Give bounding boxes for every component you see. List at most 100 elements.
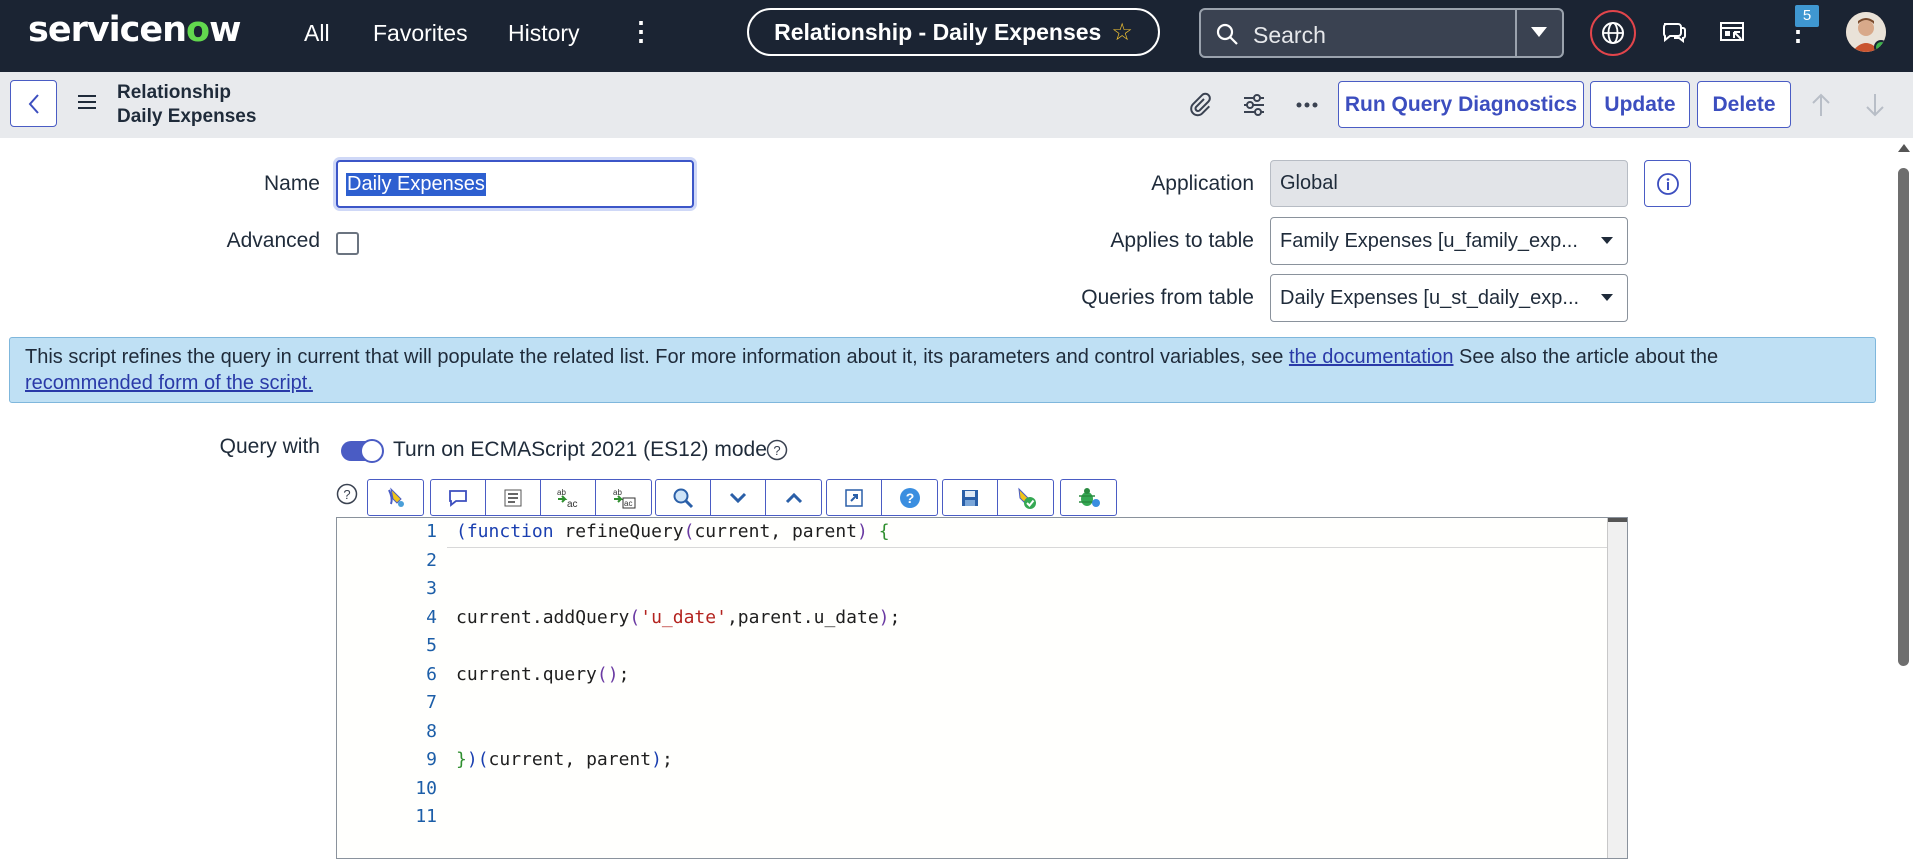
next-match-icon[interactable] <box>711 480 766 515</box>
name-value: Daily Expenses <box>346 172 486 196</box>
chevron-down-icon <box>1601 237 1613 244</box>
replace-all-icon[interactable]: ab ac <box>596 480 651 515</box>
replace-icon[interactable]: ab ac <box>541 480 596 515</box>
help-icon[interactable]: ? <box>882 480 937 515</box>
previous-record-arrow-icon[interactable] <box>1809 92 1833 118</box>
application-info-button[interactable] <box>1644 160 1691 207</box>
query-with-label: Query with <box>219 435 320 458</box>
fullscreen-icon[interactable] <box>827 480 882 515</box>
svg-text:?: ? <box>905 490 914 506</box>
line-number: 3 <box>426 578 437 599</box>
attachment-icon[interactable] <box>1187 92 1213 118</box>
context-menu-icon[interactable] <box>78 94 96 110</box>
script-editor[interactable]: 1 2 3 4 5 6 7 8 9 10 11 (function refine… <box>336 517 1628 859</box>
avatar[interactable] <box>1846 12 1886 52</box>
form-header: Relationship Daily Expenses Run Query Di… <box>0 72 1913 138</box>
search-divider <box>1515 10 1517 56</box>
search-scope-caret-icon[interactable] <box>1529 24 1549 40</box>
nav-more-icon[interactable]: ⋮ <box>628 18 654 44</box>
code-line-6: current.query(); <box>456 664 630 685</box>
queries-from-table-select[interactable]: Daily Expenses [u_st_daily_exp... <box>1270 274 1628 322</box>
scroll-up-arrow-icon[interactable] <box>1898 144 1910 152</box>
es12-mode-toggle[interactable] <box>341 439 384 463</box>
editor-scrollbar[interactable] <box>1607 518 1627 858</box>
line-number: 7 <box>426 692 437 713</box>
save-icon[interactable] <box>943 480 998 515</box>
line-number: 4 <box>426 607 437 628</box>
documentation-link[interactable]: the documentation <box>1289 346 1454 368</box>
line-number: 2 <box>426 550 437 571</box>
debug-icon[interactable] <box>1061 480 1116 515</box>
code-line-9: })(current, parent); <box>456 749 673 770</box>
nav-all[interactable]: All <box>304 20 330 47</box>
toggle-comment-icon[interactable] <box>368 480 423 515</box>
run-query-diagnostics-button[interactable]: Run Query Diagnostics <box>1338 81 1584 128</box>
servicenow-logo[interactable]: servicenow <box>28 10 241 50</box>
search-icon[interactable] <box>656 480 711 515</box>
nav-favorites[interactable]: Favorites <box>373 20 468 47</box>
update-button[interactable]: Update <box>1590 81 1690 128</box>
check-syntax-icon[interactable] <box>998 480 1053 515</box>
line-number: 10 <box>415 778 437 799</box>
more-actions-icon[interactable] <box>1294 92 1320 118</box>
admin-icon[interactable] <box>1718 18 1746 46</box>
editor-scrollbar-thumb[interactable] <box>1608 518 1627 522</box>
globe-icon[interactable] <box>1590 10 1636 56</box>
format-code-icon[interactable] <box>486 480 541 515</box>
notification-badge: 5 <box>1795 5 1819 27</box>
applies-to-table-select[interactable]: Family Expenses [u_family_exp... <box>1270 217 1628 265</box>
svg-text:?: ? <box>773 443 780 458</box>
next-record-arrow-icon[interactable] <box>1863 92 1887 118</box>
top-navigation-bar: servicenow All Favorites History ⋮ Relat… <box>0 0 1913 72</box>
line-number: 9 <box>426 749 437 770</box>
page-scrollbar[interactable] <box>1895 140 1913 859</box>
chevron-left-icon <box>28 93 39 114</box>
global-search[interactable]: Search <box>1199 8 1564 58</box>
toolbar-group-debug <box>1060 479 1117 516</box>
info-icon <box>1656 172 1679 195</box>
record-name: Daily Expenses <box>117 106 257 127</box>
toolbar-group-save <box>942 479 1054 516</box>
status-online-icon <box>1874 40 1886 52</box>
queries-from-table-value: Daily Expenses [u_st_daily_exp... <box>1280 286 1580 309</box>
help-icon[interactable]: ? <box>766 439 788 461</box>
line-number: 5 <box>426 635 437 656</box>
code-line-1: (function refineQuery(current, parent) { <box>456 521 890 542</box>
application-field: Global <box>1270 160 1628 207</box>
chevron-down-icon <box>1601 294 1613 301</box>
delete-button[interactable]: Delete <box>1697 81 1791 128</box>
record-type: Relationship <box>117 82 232 103</box>
info-text: This script refines the query in current… <box>25 346 1289 368</box>
toolbar-group-edit: ab ac ab ac <box>430 479 652 516</box>
search-icon <box>1216 23 1238 45</box>
line-number: 11 <box>415 806 437 827</box>
info-text-middle: See also the article about the <box>1453 346 1719 368</box>
queries-from-table-label: Queries from table <box>1081 286 1254 309</box>
record-title: Relationship - Daily Expenses <box>774 18 1102 45</box>
svg-text:ab: ab <box>613 488 622 497</box>
application-label: Application <box>1151 172 1254 195</box>
code-line-4: current.addQuery('u_date',parent.u_date)… <box>456 607 901 628</box>
record-title-pill: Relationship - Daily Expenses ☆ <box>747 8 1160 56</box>
back-button[interactable] <box>10 80 57 127</box>
search-input[interactable]: Search <box>1253 22 1326 49</box>
previous-match-icon[interactable] <box>766 480 821 515</box>
editor-help-icon[interactable]: ? <box>336 483 358 505</box>
nav-history[interactable]: History <box>508 20 580 47</box>
advanced-checkbox[interactable] <box>336 232 359 255</box>
toolbar-group-comment <box>367 479 424 516</box>
advanced-label: Advanced <box>226 229 320 252</box>
chat-icon[interactable] <box>1660 18 1688 46</box>
svg-text:ac: ac <box>567 499 578 510</box>
script-info-message: This script refines the query in current… <box>9 337 1876 403</box>
comment-icon[interactable] <box>431 480 486 515</box>
toolbar-group-search <box>655 479 822 516</box>
name-field[interactable]: Daily Expenses <box>336 160 694 208</box>
star-icon[interactable]: ☆ <box>1111 18 1133 47</box>
line-number: 6 <box>426 664 437 685</box>
toolbar-group-view: ? <box>826 479 938 516</box>
settings-sliders-icon[interactable] <box>1241 92 1267 118</box>
toggle-knob <box>360 439 384 463</box>
recommended-form-link[interactable]: recommended form of the script. <box>25 372 313 394</box>
page-scrollbar-thumb[interactable] <box>1898 168 1909 666</box>
